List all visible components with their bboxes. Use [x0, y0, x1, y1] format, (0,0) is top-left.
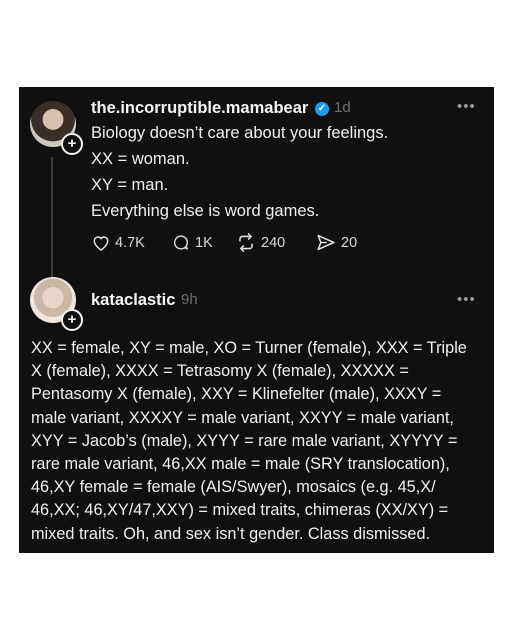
reply-text-line: 46,XX; 46,XY/47,XXY) = mixed traits, chi…: [31, 501, 449, 520]
reply-body: XX = female, XY = male, XO = Turner (fem…: [31, 337, 489, 546]
reply-text-line: rare male variant, 46,XX male = male (SR…: [31, 455, 450, 474]
reply-post: + kataclastic 9h ••• XX = female, XY = m…: [19, 87, 494, 553]
follow-plus-icon[interactable]: +: [61, 309, 83, 331]
reply-text-line: mixed traits. Oh, and sex isn’t gender. …: [31, 524, 431, 543]
reply-text-line: Pentasomy X (female), XXY = Klinefelter …: [31, 385, 442, 404]
more-options-icon[interactable]: •••: [457, 291, 476, 308]
reply-text-line: XYY = Jacob’s (male), XYYY = rare male v…: [31, 431, 458, 450]
reply-time: 9h: [181, 291, 198, 308]
reply-text-line: XX = female, XY = male, XO = Turner (fem…: [31, 339, 467, 357]
reply-text-line: X (female), XXXX = Tetrasomy X (female),…: [31, 362, 409, 381]
threads-card: + the.incorruptible.mamabear ✓ 1d ••• Bi…: [19, 87, 494, 553]
reply-text-line: 46,XY female = female (AIS/Swyer), mosai…: [31, 478, 436, 497]
reply-text-line: male variant, XXXXY = male variant, XXYY…: [31, 408, 454, 427]
username[interactable]: kataclastic: [91, 291, 175, 310]
